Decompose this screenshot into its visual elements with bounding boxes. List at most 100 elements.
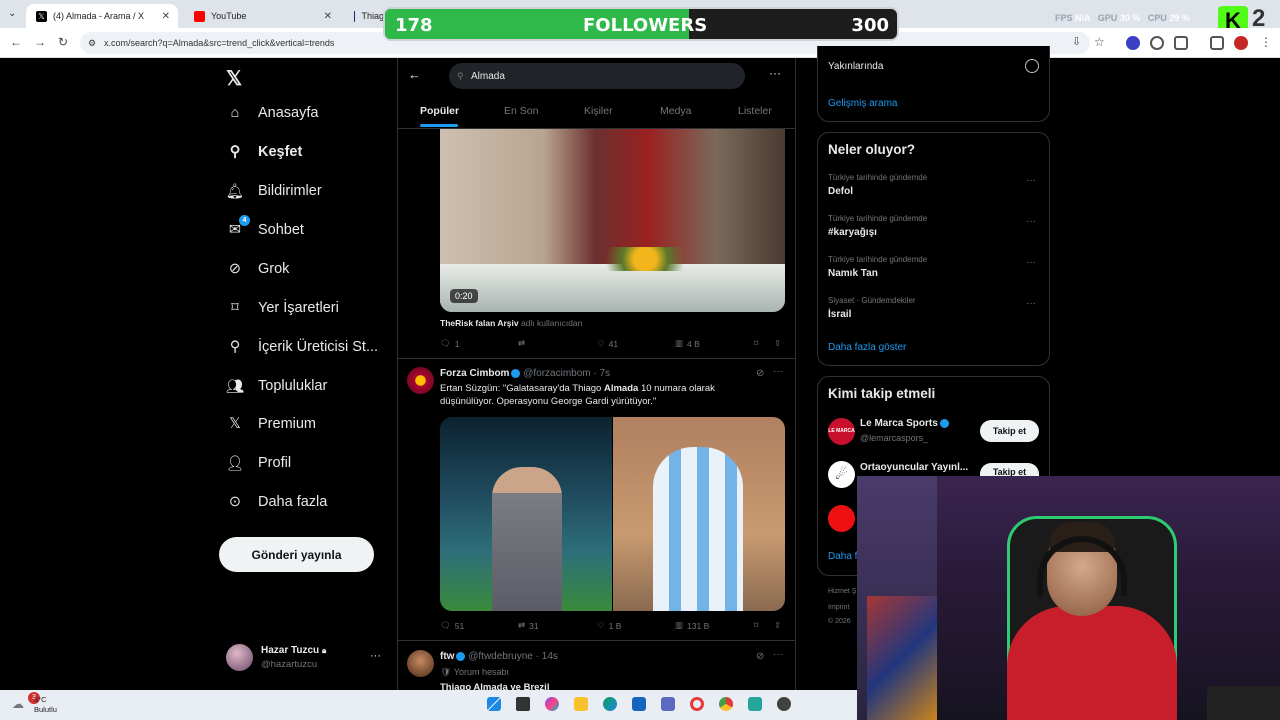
tweet-author-handle[interactable]: @forzacimbom [523, 368, 590, 379]
like-action[interactable]: ♡ 41 [597, 338, 618, 349]
browser-tab-almada[interactable]: 𝕏 (4) Almada - Arama / X ✕ [26, 4, 178, 28]
browser-menu-icon[interactable]: ⋮ [1260, 35, 1272, 49]
sidebar-item-ke-fet[interactable]: ⚲ Keşfet [226, 143, 303, 161]
follow-button[interactable]: Takip et [980, 420, 1039, 442]
share-action[interactable]: ⇪ [774, 620, 781, 631]
tweet-author-name[interactable]: Forza Cimbom [440, 368, 509, 379]
site-info-icon[interactable]: ⚙ [88, 38, 96, 49]
close-tab-icon[interactable]: ✕ [162, 11, 170, 22]
task-view-icon[interactable] [516, 697, 530, 711]
views-action[interactable]: ▥ 4 B [675, 338, 700, 349]
avatar[interactable]: LE MARCA [828, 418, 855, 445]
trend-name[interactable]: #karyağışı [828, 227, 877, 238]
avatar[interactable]: ☄ [828, 461, 855, 488]
sidebar-item-topluluklar[interactable]: 👥︎ Topluluklar [226, 377, 328, 395]
tab-media[interactable]: Medya [660, 105, 692, 117]
sidebar-icon[interactable] [1210, 36, 1224, 50]
install-icon[interactable]: ⇩ [1072, 35, 1081, 48]
sidebar-item-yer-i-aretleri[interactable]: ⌑ Yer İşaretleri [226, 299, 339, 317]
sidebar-item-i-erik-reticisi-st[interactable]: ⚲ İçerik Üreticisi St... [226, 338, 378, 356]
weather-widget[interactable]: ☁ 3 3°C Bulutlu [10, 692, 70, 717]
share-action[interactable]: ⇪ [774, 338, 781, 349]
trend-more-icon[interactable]: ··· [1026, 175, 1036, 186]
edge-icon[interactable] [603, 697, 617, 711]
grok-icon[interactable]: ⊘ [756, 651, 764, 662]
puzzle-icon[interactable] [1174, 36, 1188, 50]
tab-latest[interactable]: En Son [504, 105, 538, 117]
reply-action[interactable]: 🗨︎ 1 [440, 338, 460, 349]
retweet-action[interactable]: ⇄ [518, 338, 525, 349]
tab-list-dropdown[interactable]: ⌄ [8, 8, 16, 19]
copilot-icon[interactable] [545, 697, 559, 711]
browser-tab-thiago[interactable]: Thiag [344, 4, 384, 28]
account-more-icon[interactable]: ··· [370, 650, 381, 662]
avatar[interactable] [407, 650, 434, 677]
app-icon[interactable] [777, 697, 791, 711]
back-icon[interactable]: ← [10, 35, 22, 49]
tweet-image-left[interactable] [440, 417, 612, 611]
trend-name[interactable]: Namık Tan [828, 268, 878, 279]
forward-icon[interactable]: → [34, 35, 46, 49]
footer-link[interactable]: Hizmet Ş [828, 588, 856, 595]
suggestion-name[interactable]: Ortaoyuncular Yayınl... [860, 462, 968, 473]
show-more-trends-link[interactable]: Daha fazla göster [828, 342, 906, 353]
sidebar-item-grok[interactable]: ⊘ Grok [226, 260, 290, 278]
trend-name[interactable]: İsrail [828, 309, 851, 320]
tweet-more-icon[interactable]: ··· [773, 366, 783, 377]
tweet-video[interactable]: 0:20 [440, 129, 785, 312]
footer-link[interactable]: Imprint [828, 604, 849, 611]
trend-name[interactable]: Defol [828, 186, 853, 197]
sidebar-item-anasayfa[interactable]: ⌂ Anasayfa [226, 104, 319, 122]
trend-more-icon[interactable]: ··· [1026, 298, 1036, 309]
trend-more-icon[interactable]: ··· [1026, 216, 1036, 227]
reload-icon[interactable]: ↻ [58, 35, 68, 49]
sidebar-item-bildirimler[interactable]: 🔔︎ Bildirimler [226, 182, 322, 200]
views-action[interactable]: ▥ 131 B [675, 620, 709, 631]
sidebar-item-profil[interactable]: 👤︎ Profil [226, 454, 291, 472]
like-action[interactable]: ♡ 1 B [597, 620, 621, 631]
tweet-time[interactable]: · 14s [536, 651, 558, 662]
reply-action[interactable]: 🗨︎ 51 [440, 620, 464, 631]
trend-more-icon[interactable]: ··· [1026, 257, 1036, 268]
tweet-more-icon[interactable]: ··· [773, 649, 783, 660]
tab-people[interactable]: Kişiler [584, 105, 613, 117]
grok-icon[interactable]: ⊘ [756, 368, 764, 379]
avatar[interactable] [407, 367, 434, 394]
post-button[interactable]: Gönderi yayınla [219, 537, 374, 572]
retweet-action[interactable]: ⇄ 31 [518, 620, 539, 631]
tab-popular[interactable]: Popüler [420, 105, 459, 117]
x-home-logo[interactable]: 𝕏 [226, 66, 242, 91]
opera-icon[interactable] [690, 697, 704, 711]
sidebar-item-daha-fazla[interactable]: ⊙ Daha fazla [226, 493, 327, 511]
sidebar-item-premium[interactable]: 𝕏 Premium [226, 415, 316, 433]
tweet-image-right[interactable] [613, 417, 785, 611]
credit-name[interactable]: TheRisk falan Arşiv [440, 318, 519, 328]
search-input[interactable]: ⚲ Almada [449, 63, 745, 89]
account-switcher[interactable]: Hazar Tuzcu 🔒︎ @hazartuzcu ··· [226, 644, 386, 674]
suggestion-name-text[interactable]: Le Marca Sports [860, 418, 938, 429]
store-icon[interactable] [632, 697, 646, 711]
bookmark-star-icon[interactable]: ☆ [1094, 35, 1105, 49]
location-radio[interactable] [1025, 59, 1039, 73]
back-arrow-icon[interactable]: ← [408, 67, 421, 82]
bookmark-action[interactable]: ⌑ [754, 620, 758, 631]
windows-start-icon[interactable] [487, 697, 501, 711]
app-icon[interactable] [748, 697, 762, 711]
vpn-icon[interactable] [1150, 36, 1164, 50]
advanced-search-link[interactable]: Gelişmiş arama [828, 98, 897, 109]
tweet-author-handle[interactable]: @ftwdebruyne [468, 651, 533, 662]
app-icon[interactable] [661, 697, 675, 711]
sidebar-item-sohbet[interactable]: ✉ 4 Sohbet [226, 215, 304, 239]
browser-tab-youtube[interactable]: YouTube ✕ [184, 4, 340, 28]
bookmark-action[interactable]: ⌑ [754, 338, 758, 349]
profile-avatar-icon[interactable] [1234, 36, 1248, 50]
show-more-suggestions-link[interactable]: Daha f [828, 551, 857, 562]
tweet-author-name[interactable]: ftw [440, 651, 454, 662]
tab-lists[interactable]: Listeler [738, 105, 772, 117]
chrome-icon[interactable] [719, 697, 733, 711]
close-tab-icon[interactable]: ✕ [324, 11, 332, 22]
extension-icon[interactable] [1126, 36, 1140, 50]
tweet-time[interactable]: · 7s [593, 368, 610, 379]
follow-button[interactable]: Takip et [980, 463, 1039, 476]
search-options-icon[interactable]: ··· [769, 66, 781, 80]
